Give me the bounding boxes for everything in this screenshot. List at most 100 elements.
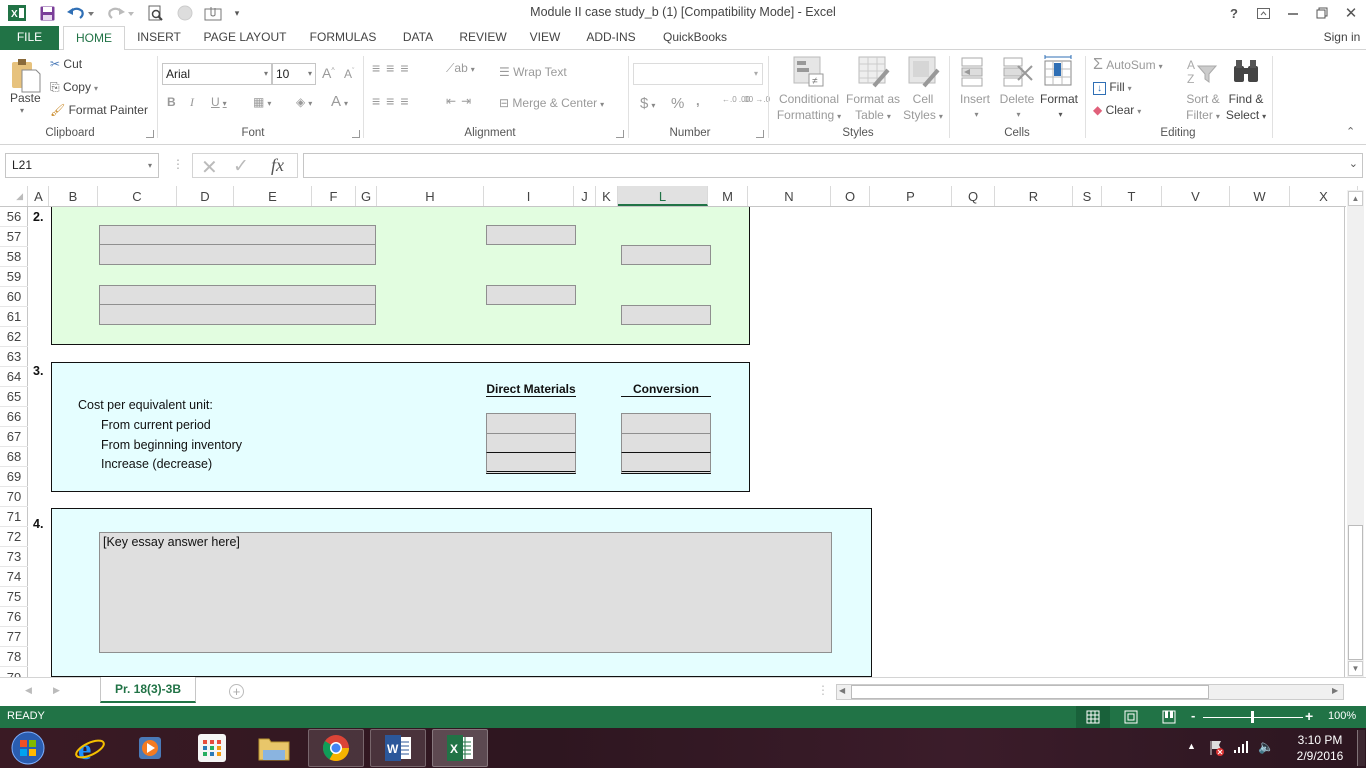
row-header-57[interactable]: 57 — [0, 227, 28, 247]
comma-button[interactable]: , — [696, 93, 700, 108]
column-header-b[interactable]: B — [49, 186, 98, 206]
select-all-button[interactable]: ◢ — [0, 186, 28, 206]
expand-formula-bar-icon[interactable]: ⌄ — [1349, 157, 1358, 170]
confirm-entry-icon[interactable]: ✓ — [233, 155, 249, 178]
scroll-down-icon[interactable]: ▼ — [1348, 661, 1363, 676]
column-header-j[interactable]: J — [574, 186, 596, 206]
touch-mode-icon[interactable] — [174, 3, 196, 23]
orientation-button[interactable]: ⟋ab ▾ — [446, 61, 475, 76]
delete-cells-button[interactable]: Delete ▾ — [998, 91, 1036, 123]
row-header-76[interactable]: 76 — [0, 607, 28, 627]
scroll-up-icon[interactable]: ▲ — [1348, 191, 1363, 206]
input-cell[interactable] — [99, 304, 376, 325]
tab-insert[interactable]: INSERT — [133, 26, 185, 50]
vertical-scrollbar[interactable]: ▲ ▼ — [1347, 190, 1364, 677]
worksheet-grid[interactable]: 2. 3. Direct Materials Conversion Cost p… — [29, 207, 1345, 677]
taskbar-word[interactable]: W — [370, 729, 426, 767]
column-header-l[interactable]: L — [618, 186, 708, 206]
column-header-g[interactable]: G — [356, 186, 377, 206]
row-header-67[interactable]: 67 — [0, 427, 28, 447]
row-header-62[interactable]: 62 — [0, 327, 28, 347]
row-header-68[interactable]: 68 — [0, 447, 28, 467]
dm-current-period-cell[interactable] — [486, 413, 576, 434]
tab-view[interactable]: VIEW — [525, 26, 565, 50]
attach-icon[interactable] — [202, 3, 226, 23]
taskbar-file-explorer[interactable] — [246, 729, 302, 767]
row-header-59[interactable]: 59 — [0, 267, 28, 287]
paste-icon[interactable] — [8, 56, 42, 96]
essay-answer-cell[interactable]: [Key essay answer here] — [99, 532, 832, 653]
column-header-f[interactable]: F — [312, 186, 356, 206]
page-layout-view-button[interactable] — [1114, 706, 1148, 728]
cancel-entry-icon[interactable]: ✕ — [201, 155, 218, 180]
zoom-in-button[interactable]: + — [1305, 708, 1313, 724]
vertical-align-buttons[interactable]: ≡≡≡ — [372, 60, 415, 76]
conditional-formatting-button[interactable]: Conditional Formatting ▾ — [776, 91, 842, 125]
taskbar-apps[interactable] — [184, 729, 240, 767]
column-header-o[interactable]: O — [831, 186, 870, 206]
tab-home[interactable]: HOME — [63, 26, 125, 51]
zoom-slider-thumb[interactable] — [1251, 711, 1254, 723]
conv-increase-decrease-cell[interactable] — [621, 453, 711, 474]
tab-page-layout[interactable]: PAGE LAYOUT — [198, 26, 292, 50]
input-cell[interactable] — [486, 225, 576, 245]
input-cell[interactable] — [99, 225, 376, 245]
customize-qat-icon[interactable]: ▾ — [230, 3, 244, 23]
column-header-c[interactable]: C — [98, 186, 177, 206]
column-header-e[interactable]: E — [234, 186, 312, 206]
italic-button[interactable]: I — [190, 95, 194, 110]
zoom-level[interactable]: 100% — [1328, 710, 1356, 722]
network-signal-icon[interactable] — [1233, 740, 1249, 757]
insert-function-button[interactable]: fx — [271, 155, 284, 176]
formula-bar-grip-icon[interactable]: ⋮ — [172, 157, 184, 171]
input-cell[interactable] — [486, 285, 576, 305]
clipboard-launcher-icon[interactable] — [146, 130, 154, 138]
system-clock[interactable]: 3:10 PM 2/9/2016 — [1286, 732, 1354, 764]
tab-review[interactable]: REVIEW — [456, 26, 510, 50]
column-header-h[interactable]: H — [377, 186, 484, 206]
column-header-k[interactable]: K — [596, 186, 618, 206]
undo-icon[interactable] — [64, 3, 98, 23]
volume-icon[interactable]: 🔈 — [1258, 739, 1274, 755]
new-sheet-button[interactable]: + — [229, 684, 244, 699]
tab-data[interactable]: DATA — [396, 26, 440, 50]
wrap-text-button[interactable]: ☰ Wrap Text — [499, 65, 567, 79]
formula-input[interactable]: ⌄ — [303, 153, 1363, 178]
alignment-launcher-icon[interactable] — [616, 130, 624, 138]
column-header-a[interactable]: A — [29, 186, 49, 206]
format-as-table-button[interactable]: Format as Table ▾ — [845, 91, 901, 125]
paste-button[interactable]: Paste — [10, 91, 41, 105]
horizontal-scrollbar[interactable]: ◀ ▶ — [836, 684, 1344, 700]
format-cells-button[interactable]: Format ▾ — [1039, 91, 1079, 123]
close-button[interactable]: ✕ — [1339, 3, 1363, 23]
row-header-56[interactable]: 56 — [0, 207, 28, 227]
row-header-75[interactable]: 75 — [0, 587, 28, 607]
row-header-77[interactable]: 77 — [0, 627, 28, 647]
show-hidden-icons-button[interactable]: ▲ — [1187, 741, 1196, 751]
row-header-78[interactable]: 78 — [0, 647, 28, 667]
row-header-63[interactable]: 63 — [0, 347, 28, 367]
horizontal-align-buttons[interactable]: ≡≡≡ — [372, 93, 415, 109]
fill-color-button[interactable]: ◈ ▾ — [296, 95, 312, 109]
font-launcher-icon[interactable] — [352, 130, 360, 138]
row-header-58[interactable]: 58 — [0, 247, 28, 267]
autosum-button[interactable]: Σ AutoSum ▾ — [1093, 56, 1163, 74]
format-painter-button[interactable]: 🖌 Format Painter — [50, 103, 148, 117]
shrink-font-button[interactable]: Aˇ — [344, 67, 354, 81]
dm-beginning-inventory-cell[interactable] — [486, 433, 576, 453]
help-button[interactable]: ? — [1222, 3, 1246, 23]
show-desktop-button[interactable] — [1357, 730, 1365, 766]
zoom-out-button[interactable]: - — [1191, 708, 1195, 723]
currency-button[interactable]: $ ▾ — [640, 95, 655, 112]
input-cell[interactable] — [621, 245, 711, 265]
dm-increase-decrease-cell[interactable] — [486, 453, 576, 474]
taskbar-excel[interactable]: X — [432, 729, 488, 767]
column-header-d[interactable]: D — [177, 186, 234, 206]
row-header-61[interactable]: 61 — [0, 307, 28, 327]
row-header-71[interactable]: 71 — [0, 507, 28, 527]
restore-button[interactable] — [1310, 3, 1334, 23]
number-launcher-icon[interactable] — [756, 130, 764, 138]
font-size-select[interactable]: 10 ▾ — [272, 63, 316, 85]
tab-add-ins[interactable]: ADD-INS — [580, 26, 642, 50]
taskbar-internet-explorer[interactable]: e — [62, 729, 118, 767]
